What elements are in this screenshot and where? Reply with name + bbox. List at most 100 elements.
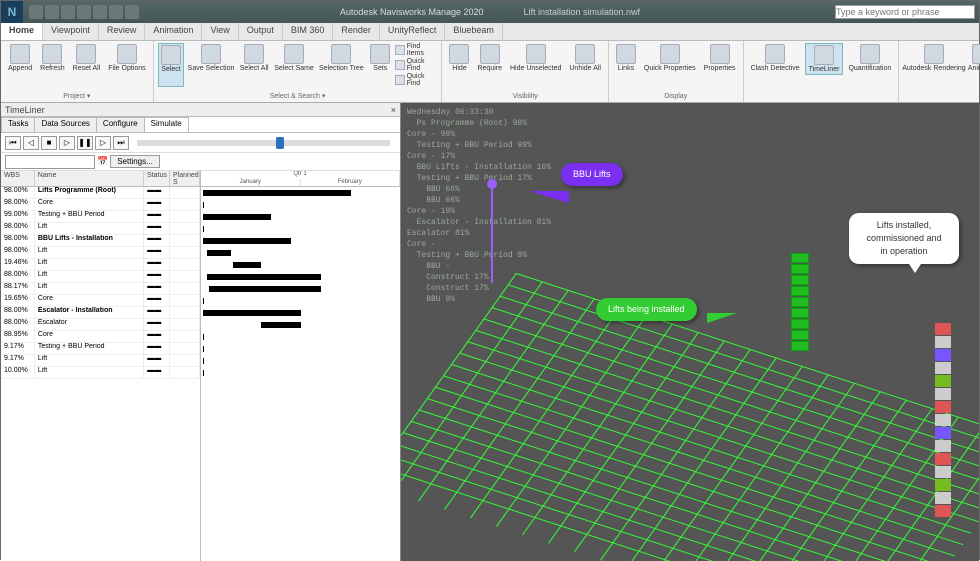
task-row[interactable]: 10.00%Lift▬▬ (1, 367, 200, 379)
task-row[interactable]: 88.95%Core▬▬ (1, 331, 200, 343)
gantt-bar[interactable] (207, 274, 321, 280)
qat-button[interactable] (29, 5, 43, 19)
ribbon-autodesk-rendering[interactable]: Autodesk Rendering (903, 43, 964, 79)
gantt-bar[interactable] (203, 226, 204, 232)
rewind-button[interactable]: ⏮ (5, 136, 21, 150)
help-search-input[interactable] (835, 5, 975, 19)
task-row[interactable]: 9.17%Lift▬▬ (1, 355, 200, 367)
tab-unityreflect[interactable]: UnityReflect (380, 23, 446, 40)
gantt-bar[interactable] (207, 250, 231, 256)
ribbon-require[interactable]: Require (474, 43, 505, 73)
subtab-configure[interactable]: Configure (96, 117, 145, 132)
task-row[interactable]: 88.00%Lift▬▬ (1, 271, 200, 283)
time-slider[interactable] (137, 140, 390, 146)
tab-viewpoint[interactable]: Viewpoint (43, 23, 99, 40)
qat-button[interactable] (109, 5, 123, 19)
gantt-bar[interactable] (203, 298, 204, 304)
ribbon-selection-tree[interactable]: Selection Tree (318, 43, 366, 87)
gantt-bar[interactable] (203, 214, 271, 220)
task-row[interactable]: 19.65%Core▬▬ (1, 295, 200, 307)
gantt-bar[interactable] (233, 262, 261, 268)
gantt-bar[interactable] (203, 346, 204, 352)
gantt-header: Qtr 1 JanuaryFebruary (201, 171, 400, 187)
task-row[interactable]: 98.00%Lift▬▬ (1, 247, 200, 259)
panel-close-icon[interactable]: × (391, 105, 396, 115)
qat-button[interactable] (77, 5, 91, 19)
date-input[interactable] (5, 155, 95, 169)
pause-button[interactable]: ❚❚ (77, 136, 93, 150)
col-planned[interactable]: Planned S (170, 171, 200, 186)
tab-render[interactable]: Render (333, 23, 380, 40)
gantt-bar[interactable] (203, 202, 204, 208)
ribbon-hide-unselected[interactable]: Hide Unselected (507, 43, 564, 73)
ribbon-refresh[interactable]: Refresh (37, 43, 68, 73)
task-row[interactable]: 98.00%Core▬▬ (1, 199, 200, 211)
ribbon-clash-detective[interactable]: Clash Detective (748, 43, 803, 75)
3d-viewport[interactable]: Wednesday 06:33:30 Ps Programme (Root) 9… (401, 103, 979, 561)
ribbon-select-same[interactable]: Select Same (273, 43, 316, 87)
slider-thumb[interactable] (276, 137, 284, 149)
play-button[interactable]: ▷ (59, 136, 75, 150)
settings-button[interactable]: Settings... (110, 155, 160, 168)
subtab-simulate[interactable]: Simulate (144, 117, 189, 132)
stop-button[interactable]: ■ (41, 136, 57, 150)
fwd-end-button[interactable]: ⏭ (113, 136, 129, 150)
task-row[interactable]: 88.17%Lift▬▬ (1, 283, 200, 295)
ribbon-select[interactable]: Select (158, 43, 185, 87)
tab-view[interactable]: View (202, 23, 238, 40)
ribbon-animator[interactable]: Animator (967, 43, 980, 79)
ribbon-unhide-all[interactable]: Unhide All (566, 43, 604, 73)
app-logo: N (1, 1, 23, 23)
col-wbs[interactable]: WBS (1, 171, 35, 186)
col-name[interactable]: Name (35, 171, 144, 186)
qat-button[interactable] (93, 5, 107, 19)
ribbon-mini[interactable]: Find Items (395, 43, 437, 57)
tab-animation[interactable]: Animation (145, 23, 202, 40)
calendar-icon[interactable]: 📅 (97, 156, 108, 167)
ribbon-mini[interactable]: Quick Find (395, 58, 437, 72)
subtab-tasks[interactable]: Tasks (1, 117, 35, 132)
ribbon-properties[interactable]: Properties (701, 43, 739, 73)
task-row[interactable]: 9.17%Testing + BBU Period▬▬ (1, 343, 200, 355)
gantt-bar[interactable] (203, 310, 301, 316)
gantt-bar[interactable] (261, 322, 301, 328)
ribbon-save-selection[interactable]: Save Selection (186, 43, 235, 87)
gantt-bar[interactable] (203, 238, 291, 244)
ribbon-mini[interactable]: Quick Find (395, 73, 437, 87)
step-fwd-button[interactable]: ▷ (95, 136, 111, 150)
ribbon-timeliner[interactable]: TimeLiner (805, 43, 844, 75)
ribbon-file-options[interactable]: File Options (105, 43, 148, 73)
qat-button[interactable] (125, 5, 139, 19)
ribbon-quick-properties[interactable]: Quick Properties (641, 43, 699, 73)
tab-bim 360[interactable]: BIM 360 (283, 23, 334, 40)
tab-home[interactable]: Home (1, 23, 43, 40)
task-row[interactable]: 88.00%Escalator▬▬ (1, 319, 200, 331)
task-row[interactable]: 98.00%Lifts Programme (Root)▬▬ (1, 187, 200, 199)
qat-button[interactable] (61, 5, 75, 19)
ribbon-quantification[interactable]: Quantification (845, 43, 894, 75)
ribbon-reset-all[interactable]: Reset All (70, 43, 104, 73)
qat-button[interactable] (45, 5, 59, 19)
gantt-bar[interactable] (203, 370, 204, 376)
ribbon-select-all[interactable]: Select All (238, 43, 271, 87)
gantt-bar[interactable] (203, 334, 204, 340)
task-row[interactable]: 88.00%Escalator - Installation▬▬ (1, 307, 200, 319)
task-row[interactable]: 99.00%Testing + BBU Period▬▬ (1, 211, 200, 223)
tab-review[interactable]: Review (99, 23, 146, 40)
subtab-data-sources[interactable]: Data Sources (34, 117, 96, 132)
window-titlebar: N Autodesk Navisworks Manage 2020Lift in… (1, 1, 979, 23)
gantt-bar[interactable] (209, 286, 321, 292)
task-row[interactable]: 98.00%Lift▬▬ (1, 223, 200, 235)
step-back-button[interactable]: ◁ (23, 136, 39, 150)
col-status[interactable]: Status (144, 171, 170, 186)
tab-output[interactable]: Output (239, 23, 283, 40)
gantt-bar[interactable] (203, 190, 351, 196)
ribbon-links[interactable]: Links (613, 43, 639, 73)
task-row[interactable]: 19.46%Lift▬▬ (1, 259, 200, 271)
task-row[interactable]: 98.00%BBU Lifts - Installation▬▬ (1, 235, 200, 247)
gantt-bar[interactable] (203, 358, 204, 364)
tab-bluebeam[interactable]: Bluebeam (445, 23, 503, 40)
ribbon-hide[interactable]: Hide (446, 43, 472, 73)
ribbon-append[interactable]: Append (5, 43, 35, 73)
ribbon-sets[interactable]: Sets (367, 43, 393, 87)
